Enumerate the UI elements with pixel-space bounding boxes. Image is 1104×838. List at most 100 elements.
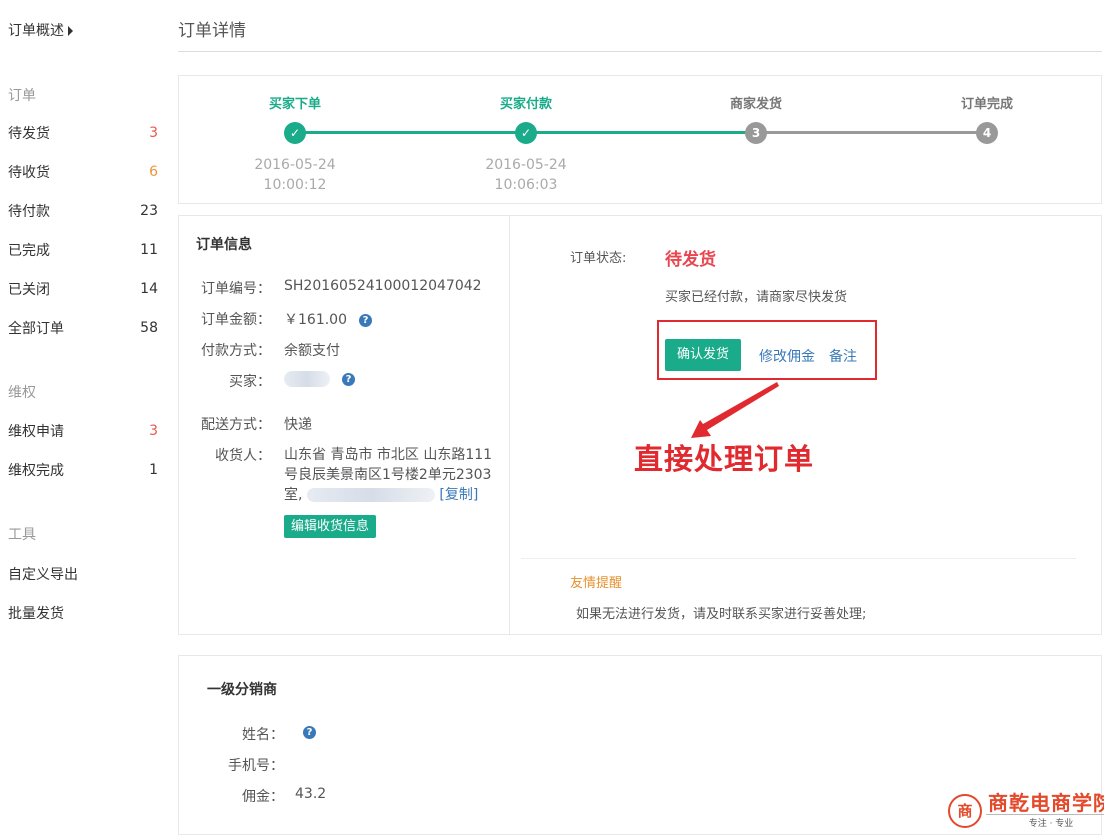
watermark-name: 商乾电商学院 — [988, 791, 1104, 815]
distributor-commission-label: 佣金： — [242, 789, 284, 805]
step-label: 买家付款 — [499, 97, 552, 112]
sidebar-item-label: 自定义导出 — [8, 567, 78, 583]
order-no-value: SH20160524100012047042 — [284, 278, 482, 294]
order-info-title: 订单信息 — [196, 237, 252, 253]
distributor-name: ? — [295, 724, 316, 740]
ship-method-label: 配送方式： — [201, 417, 271, 433]
pay-method-label: 付款方式： — [201, 343, 271, 359]
sidebar-heading-rights: 维权 — [8, 385, 36, 401]
copy-link[interactable]: [复制] — [439, 487, 478, 503]
sidebar-item-pending-receive[interactable]: 待收货 6 — [8, 162, 158, 182]
order-no-label: 订单编号： — [201, 281, 271, 297]
status-desc: 买家已经付款，请商家尽快发货 — [665, 290, 848, 305]
sidebar-item-count: 23 — [140, 203, 158, 219]
help-icon[interactable]: ? — [342, 372, 355, 386]
step-label: 商家发货 — [729, 97, 782, 112]
sidebar-item-closed[interactable]: 已关闭 14 — [8, 279, 158, 299]
address-line: 号良辰美景南区1号楼2单元2303 — [284, 467, 492, 483]
step-time: 10:00:12 — [263, 177, 327, 193]
sidebar-item-pending-ship[interactable]: 待发货 3 — [8, 123, 158, 143]
ship-method-value: 快递 — [284, 417, 312, 433]
sidebar-item-count: 1 — [149, 462, 158, 478]
sidebar-item-pending-pay[interactable]: 待付款 23 — [8, 201, 158, 221]
order-status-panel: 订单状态: 待发货 买家已经付款，请商家尽快发货 确认发货 修改佣金 备注 直接… — [511, 216, 1101, 634]
sidebar-item-count: 14 — [140, 281, 158, 297]
sidebar-overview[interactable]: 订单概述 — [8, 20, 73, 40]
address-line-3: 室, [复制] — [284, 485, 499, 505]
arrow-icon — [691, 382, 779, 438]
distributor-title: 一级分销商 — [207, 682, 277, 698]
highlight-box: 确认发货 修改佣金 备注 — [657, 320, 877, 380]
sidebar-item-all-orders[interactable]: 全部订单 58 — [8, 318, 158, 338]
order-amount: ￥161.00? — [284, 309, 372, 329]
sidebar-heading-orders: 订单 — [8, 88, 36, 104]
sidebar-item-count: 3 — [149, 423, 158, 439]
help-icon[interactable]: ? — [359, 313, 372, 327]
confirm-ship-button[interactable]: 确认发货 — [665, 339, 742, 371]
sidebar-item-custom-export[interactable]: 自定义导出 — [8, 564, 158, 584]
edit-commission-link[interactable]: 修改佣金 — [759, 346, 815, 366]
sidebar-overview-label: 订单概述 — [8, 23, 64, 39]
caret-right-icon — [68, 26, 73, 36]
sidebar-item-label: 维权完成 — [8, 463, 64, 479]
step-time: 10:06:03 — [494, 177, 558, 193]
watermark-sub: 专注 · 专业 — [986, 814, 1104, 829]
receiver-address: 山东省 青岛市 市北区 山东路111 号良辰美景南区1号楼2单元2303 室, … — [284, 445, 499, 505]
check-icon: ✓ — [284, 122, 306, 144]
sidebar-item-label: 维权申请 — [8, 424, 64, 440]
step-date: 2016-05-24 — [254, 157, 336, 173]
status-value: 待发货 — [665, 250, 716, 270]
order-info-card: 订单信息 订单编号： SH20160524100012047042 订单金额： … — [178, 215, 1102, 635]
sidebar-item-label: 待发货 — [8, 126, 50, 142]
sidebar-item-count: 3 — [149, 125, 158, 141]
title-divider — [178, 51, 1102, 52]
order-amount-value: ￥161.00 — [284, 312, 347, 328]
order-progress: 买家下单 ✓ 2016-05-24 10:00:12 买家付款 ✓ 2016-0… — [178, 75, 1102, 204]
sidebar: 订单概述 订单 待发货 3 待收货 6 待付款 23 已完成 11 已关闭 14… — [0, 0, 165, 838]
step-label: 订单完成 — [960, 97, 1013, 112]
progress-track-todo — [757, 131, 987, 134]
brand-watermark: 商 商乾电商学院 专注 · 专业 — [948, 792, 1104, 829]
sidebar-item-count: 11 — [140, 242, 158, 258]
edit-receiver-button[interactable]: 编辑收货信息 — [284, 515, 377, 538]
step-date: 2016-05-24 — [485, 157, 567, 173]
step-datetime: 2016-05-24 10:06:03 — [426, 155, 626, 195]
divider — [521, 558, 1076, 559]
annotation-text: 直接处理订单 — [634, 442, 815, 476]
step-number: 4 — [976, 122, 998, 144]
status-label: 订单状态: — [570, 251, 627, 266]
sidebar-item-label: 全部订单 — [8, 321, 64, 337]
sidebar-item-rights-done[interactable]: 维权完成 1 — [8, 460, 158, 480]
step-datetime: 2016-05-24 10:00:12 — [195, 155, 395, 195]
distributor-phone-label: 手机号： — [228, 758, 284, 774]
sidebar-item-label: 已关闭 — [8, 282, 50, 298]
page-title: 订单详情 — [178, 21, 246, 41]
address-line: 山东省 青岛市 市北区 山东路111 — [284, 447, 493, 463]
help-icon[interactable]: ? — [303, 725, 316, 739]
distributor-commission-value: 43.2 — [295, 786, 327, 802]
tip-text: 如果无法进行发货，请及时联系买家进行妥善处理; — [576, 607, 867, 622]
sidebar-item-completed[interactable]: 已完成 11 — [8, 240, 158, 260]
order-amount-label: 订单金额： — [201, 312, 271, 328]
sidebar-item-batch-ship[interactable]: 批量发货 — [8, 603, 158, 623]
sidebar-item-label: 待付款 — [8, 204, 50, 220]
receiver-label: 收货人： — [215, 448, 271, 464]
logo-icon: 商 — [948, 793, 982, 828]
sidebar-item-count: 58 — [140, 320, 158, 336]
order-info-panel: 订单信息 订单编号： SH20160524100012047042 订单金额： … — [179, 216, 510, 634]
buyer-label: 买家： — [229, 374, 271, 390]
watermark-text: 商乾电商学院 专注 · 专业 — [986, 792, 1104, 829]
tip-title: 友情提醒 — [570, 576, 623, 591]
sidebar-item-rights-apply[interactable]: 维权申请 3 — [8, 421, 158, 441]
buyer-name-blurred — [284, 371, 330, 387]
step-number: 3 — [745, 122, 767, 144]
step-label: 买家下单 — [268, 97, 321, 112]
sidebar-item-label: 已完成 — [8, 243, 50, 259]
distributor-name-label: 姓名： — [242, 727, 284, 743]
sidebar-item-count: 6 — [149, 164, 158, 180]
note-link[interactable]: 备注 — [829, 346, 857, 366]
phone-blurred — [306, 488, 435, 502]
sidebar-item-label: 批量发货 — [8, 606, 64, 622]
check-icon: ✓ — [515, 122, 537, 144]
sidebar-item-label: 待收货 — [8, 165, 50, 181]
